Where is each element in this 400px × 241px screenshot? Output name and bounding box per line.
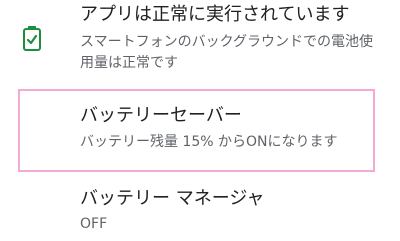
battery-manager-summary: OFF <box>80 216 108 232</box>
status-title: アプリは正常に実行されています <box>80 4 350 25</box>
battery-manager-row[interactable]: バッテリー マネージャ OFF <box>0 178 400 241</box>
battery-check-icon <box>22 25 42 51</box>
battery-status-row: アプリは正常に実行されています スマートフォンのバックグラウンドでの電池使用量は… <box>0 0 400 80</box>
status-summary: スマートフォンのバックグラウンドでの電池使用量は正常です <box>80 34 374 71</box>
battery-manager-title: バッテリー マネージャ <box>80 188 265 209</box>
battery-saver-highlight-frame <box>18 89 375 172</box>
